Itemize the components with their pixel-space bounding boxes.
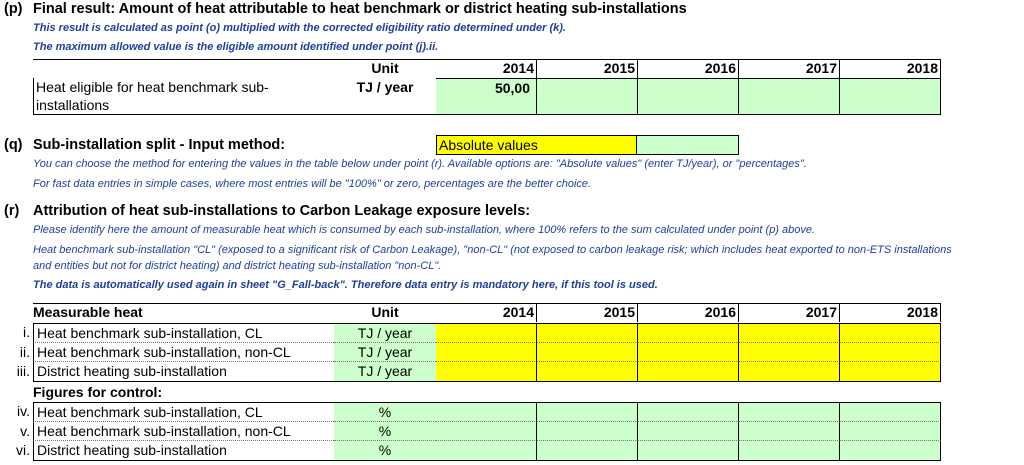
- control-cell: [739, 441, 840, 461]
- input-cell[interactable]: [840, 362, 941, 382]
- table-top-border: [33, 303, 941, 304]
- year-header: 2017: [739, 59, 840, 78]
- input-cell[interactable]: [436, 342, 537, 363]
- control-cell: [638, 421, 739, 442]
- section-q-note-2: For fast data entries in simple cases, w…: [33, 178, 592, 190]
- year-header: 2016: [638, 59, 739, 78]
- year-header: 2016: [638, 303, 739, 322]
- input-cell[interactable]: [739, 342, 840, 363]
- row-number: i.: [23, 324, 30, 340]
- input-method-select[interactable]: Absolute values: [436, 135, 637, 155]
- control-cell: [537, 421, 638, 442]
- section-p-number: (p): [4, 1, 23, 17]
- table-header-label: Measurable heat: [33, 304, 143, 320]
- control-cell: [537, 441, 638, 461]
- section-p-title: Final result: Amount of heat attributabl…: [33, 1, 687, 17]
- unit-cell: TJ / year: [334, 78, 436, 115]
- result-value-cell: [638, 78, 739, 115]
- control-cell: [436, 402, 537, 422]
- control-cell: [436, 441, 537, 461]
- year-header: 2014: [436, 303, 537, 322]
- control-cell: [537, 402, 638, 422]
- row-number: iii.: [16, 363, 30, 380]
- year-header: 2015: [537, 59, 638, 78]
- result-value-cell: 50,00: [436, 78, 537, 115]
- input-cell[interactable]: [739, 362, 840, 382]
- section-r-note-1: Please identify here the amount of measu…: [33, 224, 816, 236]
- row-label-line-2: installations: [36, 97, 110, 113]
- control-cell: [436, 421, 537, 442]
- unit-header: Unit: [371, 60, 399, 76]
- row-number: ii.: [19, 343, 30, 360]
- input-cell[interactable]: [840, 342, 941, 363]
- year-header: 2018: [840, 59, 941, 78]
- section-q-note-1: You can choose the method for entering t…: [33, 158, 807, 170]
- control-cell: [840, 441, 941, 461]
- control-cell: [739, 402, 840, 422]
- input-cell[interactable]: [638, 362, 739, 382]
- input-cell[interactable]: [638, 323, 739, 343]
- input-cell[interactable]: [840, 323, 941, 343]
- row-number: v.: [20, 422, 30, 439]
- input-cell[interactable]: [436, 323, 537, 343]
- control-cell: [638, 441, 739, 461]
- year-header: 2018: [840, 303, 941, 322]
- input-cell[interactable]: [638, 342, 739, 363]
- control-cell: [840, 402, 941, 422]
- row-unit: %: [334, 421, 436, 442]
- year-header: 2015: [537, 303, 638, 322]
- result-value-cell: [739, 78, 840, 115]
- section-r-title: Attribution of heat sub-installations to…: [33, 203, 531, 219]
- unit-header: Unit: [371, 304, 399, 320]
- section-r-number: (r): [4, 203, 20, 219]
- control-cell: [840, 421, 941, 442]
- row-label: Heat benchmark sub-installation, CL: [33, 323, 334, 343]
- input-method-extra-cell: [636, 135, 739, 155]
- row-label: Heat eligible for heat benchmark sub-ins…: [33, 78, 334, 115]
- control-header: Figures for control:: [33, 384, 163, 400]
- year-header: 2017: [739, 303, 840, 322]
- control-cell: [638, 402, 739, 422]
- input-cell[interactable]: [739, 323, 840, 343]
- result-value-cell: [840, 78, 941, 115]
- row-unit: TJ / year: [334, 323, 436, 343]
- row-label: Heat benchmark sub-installation, non-CL: [33, 342, 334, 363]
- section-r-note-3: The data is automatically used again in …: [33, 279, 658, 291]
- table-top-border: [33, 59, 941, 60]
- row-unit: %: [334, 441, 436, 461]
- row-number: iv.: [17, 403, 30, 419]
- result-value-cell: [537, 78, 638, 115]
- row-label: Heat benchmark sub-installation, non-CL: [33, 421, 334, 442]
- section-r-note-2a: Heat benchmark sub-installation "CL" (ex…: [33, 244, 952, 256]
- row-number: vi.: [16, 442, 30, 459]
- section-p-note-1: This result is calculated as point (o) m…: [33, 22, 566, 34]
- row-label: District heating sub-installation: [33, 441, 334, 461]
- input-cell[interactable]: [436, 362, 537, 382]
- section-r-note-2b: and entities but not for district heatin…: [33, 260, 442, 272]
- year-header: 2014: [436, 59, 537, 78]
- row-unit: TJ / year: [334, 362, 436, 382]
- row-label: District heating sub-installation: [33, 362, 334, 382]
- input-cell[interactable]: [537, 362, 638, 382]
- section-q-title: Sub-installation split - Input method:: [33, 137, 286, 153]
- row-label: Heat benchmark sub-installation, CL: [33, 402, 334, 422]
- section-p-note-2: The maximum allowed value is the eligibl…: [33, 41, 439, 53]
- row-label-line-1: Heat eligible for heat benchmark sub-: [36, 79, 269, 95]
- section-q-number: (q): [4, 137, 23, 153]
- row-unit: TJ / year: [334, 342, 436, 363]
- control-cell: [739, 421, 840, 442]
- input-cell[interactable]: [537, 342, 638, 363]
- row-unit: %: [334, 402, 436, 422]
- input-cell[interactable]: [537, 323, 638, 343]
